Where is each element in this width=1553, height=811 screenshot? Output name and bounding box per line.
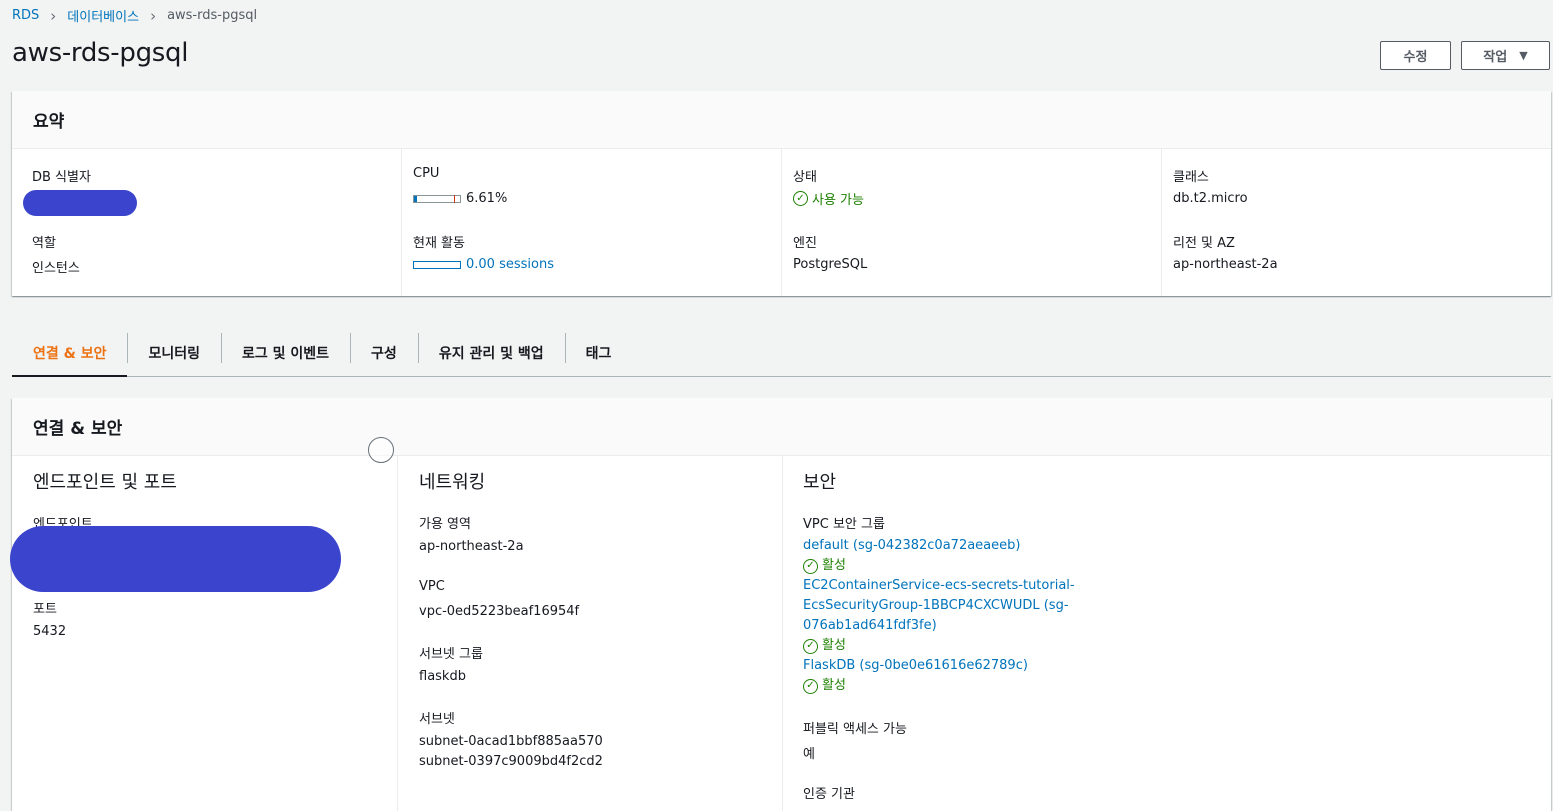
port-value: 5432 [33, 624, 67, 639]
subnet-group-label: 서브넷 그룹 [419, 647, 483, 662]
engine-label: 엔진 [793, 236, 817, 251]
cpu-percent-text: 6.61% [466, 191, 508, 206]
certificate-authority-label: 인증 기관 [803, 787, 855, 802]
vpc-security-groups-label: VPC 보안 그룹 [803, 517, 885, 532]
cpu-usage-bar [413, 194, 461, 203]
connectivity-security-panel: 연결 & 보안 엔드포인트 및 포트 엔드포인트 포트 5432 네트워킹 가용… [10, 398, 1551, 811]
subnet-link-1[interactable]: subnet-0acad1bbf885aa570 [419, 734, 603, 749]
region-value: ap-northeast-2a [1173, 257, 1278, 272]
security-group-default-link[interactable]: default (sg-042382c0a72aeaeeb) [803, 536, 1075, 556]
summary-panel: 요약 DB 식별자 역할 인스턴스 CPU 6.61% 현재 활동 0.00 s… [12, 91, 1551, 296]
redacted-db-identifier [23, 190, 137, 216]
cpu-value: 6.61% [413, 191, 507, 206]
breadcrumb: RDS › 데이터베이스 › aws-rds-pgsql [12, 6, 258, 26]
public-access-label: 퍼블릭 액세스 가능 [803, 722, 907, 737]
check-circle-icon: ✓ [793, 191, 808, 206]
security-group-list: default (sg-042382c0a72aeaeeb) ✓ 활성 EC2Co… [803, 536, 1075, 696]
class-label: 클래스 [1173, 170, 1209, 185]
security-group-status-text: 활성 [822, 678, 846, 693]
tab-logs-events[interactable]: 로그 및 이벤트 [221, 330, 350, 376]
check-circle-icon: ✓ [803, 678, 818, 694]
security-group-ecs-line-2: EcsSecurityGroup-1BBCP4CXCWUDL (sg- [803, 598, 1069, 613]
tab-connectivity-security[interactable]: 연결 & 보안 [12, 330, 128, 377]
vpc-label: VPC [419, 579, 445, 594]
summary-column-identifier: DB 식별자 역할 인스턴스 [12, 149, 401, 296]
summary-title: 요약 [12, 91, 1551, 149]
redacted-endpoint [10, 526, 341, 592]
cpu-usage-fill [414, 195, 418, 202]
check-circle-icon: ✓ [803, 638, 818, 654]
class-value: db.t2.micro [1173, 191, 1248, 206]
security-title: 보안 [803, 472, 837, 493]
security-group-ecs-line-3: 076ab1ad641fdf3fe) [803, 618, 937, 633]
status-value: ✓ 사용 가능 [793, 189, 864, 208]
actions-dropdown-button[interactable]: 작업 ▼ [1461, 41, 1550, 70]
security-group-flaskdb-status: ✓ 활성 [803, 676, 1075, 696]
tab-maintenance-backups[interactable]: 유지 관리 및 백업 [417, 330, 565, 376]
modify-button[interactable]: 수정 [1380, 41, 1451, 70]
endpoint-section-title: 엔드포인트 및 포트 [33, 472, 177, 493]
breadcrumb-rds-link[interactable]: RDS [12, 8, 39, 23]
vpc-link[interactable]: vpc-0ed5223beaf16954f [419, 604, 579, 619]
security-group-flaskdb-link[interactable]: FlaskDB (sg-0be0e61616e62789c) [803, 656, 1075, 676]
activity-value: 0.00 sessions [413, 257, 554, 272]
tab-tags[interactable]: 태그 [564, 330, 633, 376]
chevron-right-icon: › [50, 6, 57, 25]
engine-value: PostgreSQL [793, 257, 868, 272]
security-group-ecs-line-1: EC2ContainerService-ecs-secrets-tutorial… [803, 578, 1075, 593]
subnet-link-2[interactable]: subnet-0397c9009bd4f2cd2 [419, 754, 603, 769]
subnets-label: 서브넷 [419, 712, 455, 727]
activity-label: 현재 활동 [413, 236, 465, 251]
status-text: 사용 가능 [812, 193, 864, 208]
security-group-status-text: 활성 [822, 558, 846, 573]
chevron-right-icon: › [150, 6, 157, 25]
caret-down-icon: ▼ [1519, 49, 1528, 62]
region-label: 리전 및 AZ [1173, 236, 1235, 251]
security-group-ecs-status: ✓ 활성 [803, 636, 1075, 656]
summary-column-class: 클래스 db.t2.micro 리전 및 AZ ap-northeast-2a [1161, 149, 1551, 296]
actions-button-label: 작업 [1483, 50, 1508, 65]
cpu-label: CPU [413, 166, 440, 181]
role-label: 역할 [32, 236, 56, 251]
breadcrumb-current: aws-rds-pgsql [167, 8, 258, 23]
modify-button-label: 수정 [1403, 50, 1428, 65]
summary-column-cpu: CPU 6.61% 현재 활동 0.00 sessions [401, 149, 781, 296]
db-identifier-label: DB 식별자 [32, 170, 91, 185]
security-column: 보안 VPC 보안 그룹 default (sg-042382c0a72aeae… [782, 456, 1551, 811]
role-value: 인스턴스 [32, 261, 80, 276]
security-group-default-status: ✓ 활성 [803, 556, 1075, 576]
sessions-link[interactable]: 0.00 sessions [466, 257, 554, 272]
detail-tabs: 연결 & 보안 모니터링 로그 및 이벤트 구성 유지 관리 및 백업 태그 [12, 330, 1551, 377]
summary-column-status: 상태 ✓ 사용 가능 엔진 PostgreSQL [781, 149, 1161, 296]
endpoint-port-column: 엔드포인트 및 포트 엔드포인트 포트 5432 [10, 456, 397, 811]
networking-title: 네트워킹 [419, 472, 486, 493]
breadcrumb-databases-link[interactable]: 데이터베이스 [67, 6, 139, 25]
port-label: 포트 [33, 602, 57, 617]
check-circle-icon: ✓ [803, 558, 818, 574]
page-title: aws-rds-pgsql [12, 38, 189, 68]
az-value: ap-northeast-2a [419, 539, 524, 554]
security-group-status-text: 활성 [822, 638, 846, 653]
security-group-ecs-link[interactable]: EC2ContainerService-ecs-secrets-tutorial… [803, 576, 1075, 636]
networking-column: 네트워킹 가용 영역 ap-northeast-2a VPC vpc-0ed52… [397, 456, 782, 811]
subnet-group-value: flaskdb [419, 669, 466, 684]
tab-configuration[interactable]: 구성 [350, 330, 418, 376]
connectivity-title: 연결 & 보안 [12, 398, 1551, 456]
cpu-threshold-mark [454, 194, 455, 203]
public-access-value: 예 [803, 747, 815, 762]
az-label: 가용 영역 [419, 517, 471, 532]
mouse-cursor-indicator [368, 437, 394, 463]
sessions-bar [413, 260, 461, 269]
status-label: 상태 [793, 170, 817, 185]
tab-monitoring[interactable]: 모니터링 [127, 330, 221, 376]
